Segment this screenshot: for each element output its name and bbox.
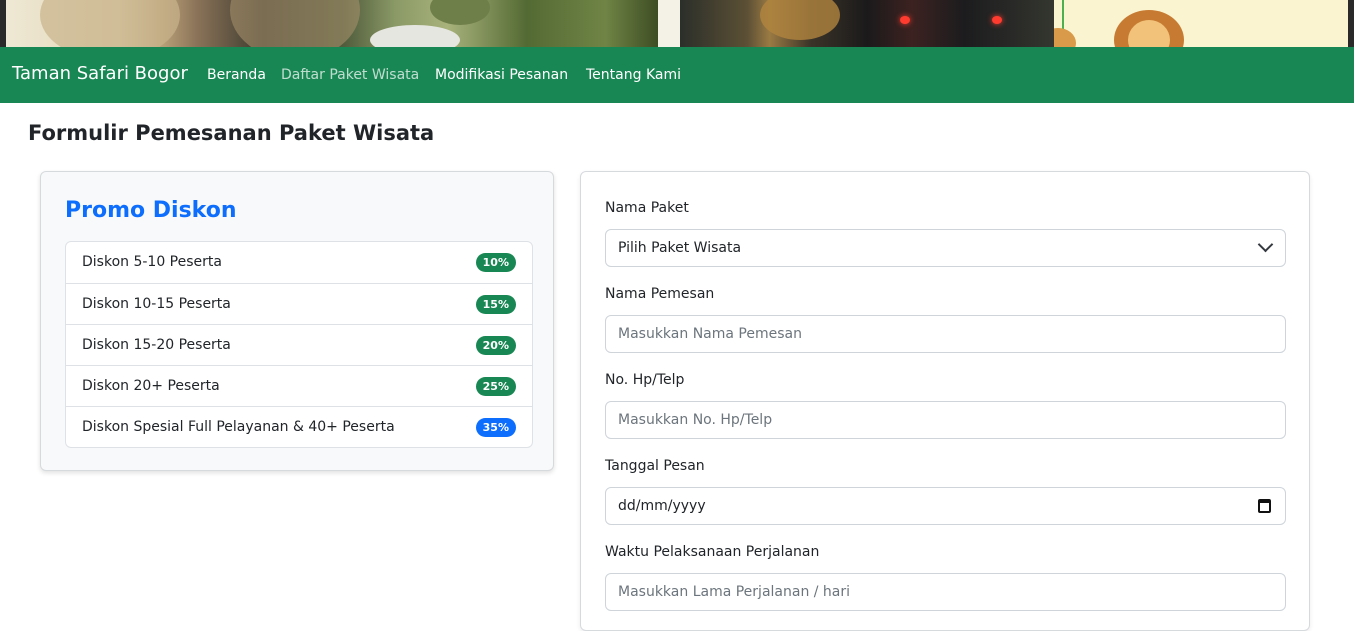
discount-badge: 20% [475,336,516,355]
page-title: Formulir Pemesanan Paket Wisata [28,121,435,145]
promo-list: Diskon 5-10 Peserta 10% Diskon 10-15 Pes… [65,241,533,448]
list-item: Diskon 5-10 Peserta 10% [66,242,532,283]
telp-input[interactable] [605,401,1286,439]
promo-item-label: Diskon 5-10 Peserta [82,254,222,270]
promo-title: Promo Diskon [65,198,237,223]
nama-pemesan-input[interactable] [605,315,1286,353]
telp-label: No. Hp/Telp [605,372,685,388]
discount-badge: 25% [475,377,516,396]
navbar-brand[interactable]: Taman Safari Bogor [12,63,188,84]
nama-pemesan-label: Nama Pemesan [605,286,715,302]
nav-link-daftar-paket-wisata[interactable]: Daftar Paket Wisata [281,67,419,83]
tanggal-pesan-date-input[interactable]: dd/mm/yyyy [605,487,1286,525]
list-item: Diskon 20+ Peserta 25% [66,365,532,406]
chevron-down-icon [1257,236,1274,253]
hero-image-safari-truck [680,0,1054,47]
waktu-pelaksanaan-label: Waktu Pelaksanaan Perjalanan [605,544,820,560]
promo-item-label: Diskon 10-15 Peserta [82,296,231,312]
list-item: Diskon 15-20 Peserta 20% [66,324,532,365]
nama-paket-select[interactable]: Pilih Paket Wisata [605,229,1286,267]
main-navbar: Taman Safari Bogor Beranda Daftar Paket … [0,47,1354,103]
calendar-icon[interactable] [1258,499,1271,513]
booking-form-card: Nama Paket Pilih Paket Wisata Nama Pemes… [580,171,1310,631]
list-item: Diskon Spesial Full Pelayanan & 40+ Pese… [66,406,532,447]
hero-image-cartoon-lions [1054,0,1354,47]
nama-paket-selected-value: Pilih Paket Wisata [618,240,742,256]
tanggal-pesan-value: dd/mm/yyyy [618,498,706,514]
promo-item-label: Diskon 15-20 Peserta [82,337,231,353]
list-item: Diskon 10-15 Peserta 15% [66,283,532,324]
tanggal-pesan-label: Tanggal Pesan [605,458,705,474]
nav-link-tentang-kami[interactable]: Tentang Kami [586,67,681,83]
hero-gap [658,0,680,47]
promo-item-label: Diskon 20+ Peserta [82,378,220,394]
nama-paket-label: Nama Paket [605,200,689,216]
discount-badge: 10% [475,253,516,272]
hero-image-elephant [0,0,658,47]
discount-badge: 15% [475,295,516,314]
nav-link-beranda[interactable]: Beranda [207,67,266,83]
hero-banner [0,0,1354,47]
promo-item-label: Diskon Spesial Full Pelayanan & 40+ Pese… [82,419,395,435]
discount-badge: 35% [475,418,516,437]
waktu-pelaksanaan-input[interactable] [605,573,1286,611]
nav-link-modifikasi-pesanan[interactable]: Modifikasi Pesanan [435,67,568,83]
promo-card: Promo Diskon Diskon 5-10 Peserta 10% Dis… [40,171,554,471]
